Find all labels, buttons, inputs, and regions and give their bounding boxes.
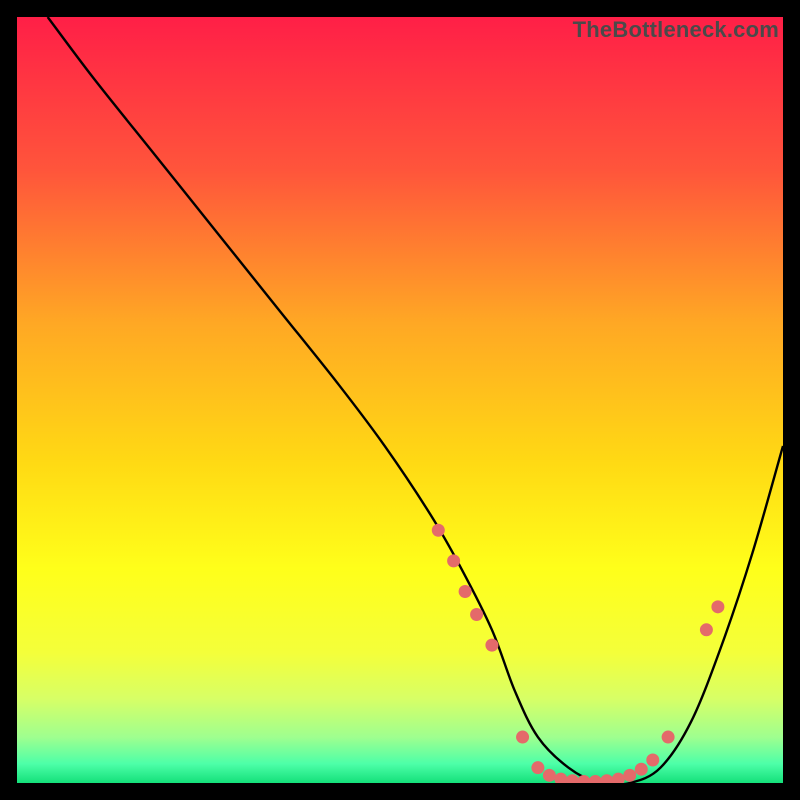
- highlight-point: [646, 754, 659, 767]
- highlight-point: [623, 769, 636, 782]
- highlight-point: [485, 639, 498, 652]
- highlight-point: [543, 769, 556, 782]
- highlight-point: [470, 608, 483, 621]
- chart-svg: [17, 17, 783, 783]
- highlight-point: [432, 524, 445, 537]
- highlight-point: [711, 600, 724, 613]
- chart-background: [17, 17, 783, 783]
- highlight-point: [447, 554, 460, 567]
- highlight-point: [700, 623, 713, 636]
- highlight-point: [635, 763, 648, 776]
- highlight-point: [459, 585, 472, 598]
- highlight-point: [531, 761, 544, 774]
- highlight-point: [662, 731, 675, 744]
- chart-frame: TheBottleneck.com: [17, 17, 783, 783]
- watermark-text: TheBottleneck.com: [573, 17, 779, 43]
- highlight-point: [516, 731, 529, 744]
